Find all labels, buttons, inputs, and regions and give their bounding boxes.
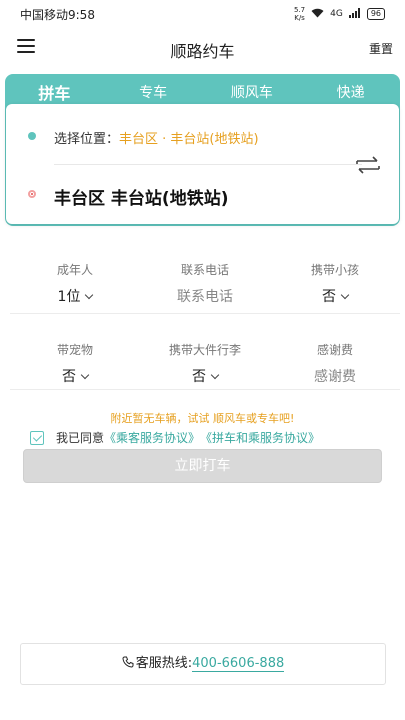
location-card: 选择位置：丰台区 · 丰台站(地铁站) 丰台区 丰台站(地铁站) xyxy=(6,104,399,224)
field-value: 联系电话 xyxy=(140,286,270,306)
field-value: 否 xyxy=(140,366,270,386)
field-value: 否 xyxy=(10,366,140,386)
start-value: 丰台区 · 丰台站(地铁站) xyxy=(119,132,259,147)
signal-icon xyxy=(348,7,361,21)
form-cell[interactable]: 成年人 1位 xyxy=(10,256,140,313)
end-dot-icon xyxy=(28,190,36,198)
form-row-passengers: 成年人 1位 联系电话 联系电话 携带小孩否 xyxy=(10,256,400,314)
form-cell[interactable]: 感谢费 感谢费 xyxy=(270,336,400,389)
agree-checkbox[interactable] xyxy=(30,430,44,445)
hotline-box: 客服热线:400-6606-888 xyxy=(20,643,386,685)
battery-icon: 96 xyxy=(366,8,385,20)
field-value-text: 否 xyxy=(322,289,336,305)
chevron-down-icon xyxy=(210,370,220,380)
field-value: 否 xyxy=(270,286,400,306)
end-location[interactable]: 丰台区 丰台站(地铁站) xyxy=(54,184,228,209)
passenger-agreement-link[interactable]: 《乘客服务协议》 xyxy=(104,429,200,446)
chevron-down-icon xyxy=(340,290,350,300)
hotline-number[interactable]: 400-6606-888 xyxy=(192,656,285,672)
field-value-text: 否 xyxy=(192,369,206,385)
no-vehicle-notice: 附近暂无车辆，试试 顺风车或专车吧! xyxy=(110,412,295,425)
chevron-down-icon xyxy=(85,290,94,300)
field-label: 带宠物 xyxy=(56,343,93,357)
field-label: 携带大件行李 xyxy=(168,343,241,357)
net-speed-unit: K/s xyxy=(294,14,305,22)
signal-type: 4G xyxy=(330,9,343,19)
field-value-text: 否 xyxy=(62,369,76,385)
page-title: 顺路约车 xyxy=(170,42,235,61)
field-value-text: 联系电话 xyxy=(177,289,233,305)
status-icons: 5.7 K/s 4G 96 xyxy=(294,6,385,22)
tab-1[interactable]: 专车 xyxy=(104,82,203,102)
start-location[interactable]: 选择位置：丰台区 · 丰台站(地铁站) xyxy=(54,128,259,147)
field-label: 感谢费 xyxy=(316,343,353,357)
field-value: 感谢费 xyxy=(270,366,400,386)
field-label: 成年人 xyxy=(56,263,93,277)
field-value-text: 1位 xyxy=(57,289,81,305)
agreement-row: 我已同意 《乘客服务协议》 《拼车和乘服务协议》 xyxy=(30,429,320,446)
carpool-agreement-link[interactable]: 《拼车和乘服务协议》 xyxy=(200,429,320,446)
form-cell[interactable]: 带宠物否 xyxy=(10,336,140,389)
field-value-text: 感谢费 xyxy=(314,369,356,385)
form-row-extras: 带宠物否携带大件行李否感谢费 感谢费 xyxy=(10,336,400,390)
tab-0[interactable]: 拼车 xyxy=(5,80,104,110)
carrier-time: 中国移动9:58 xyxy=(20,7,95,22)
form-cell[interactable]: 携带小孩否 xyxy=(270,256,400,313)
wifi-icon xyxy=(311,8,324,21)
form-cell[interactable]: 联系电话 联系电话 xyxy=(140,256,270,313)
reset-button[interactable]: 重置 xyxy=(369,40,393,57)
call-car-button[interactable]: 立即打车 xyxy=(23,449,382,483)
agree-prefix: 我已同意 xyxy=(56,431,105,445)
swap-icon[interactable] xyxy=(355,154,381,176)
field-value: 1位 xyxy=(10,286,140,306)
status-bar: 中国移动9:58 5.7 K/s 4G 96 xyxy=(0,0,405,28)
field-label: 携带小孩 xyxy=(310,263,359,277)
nav-bar: 顺路约车 重置 xyxy=(0,30,405,66)
start-prefix: 选择位置： xyxy=(54,132,120,147)
tab-2[interactable]: 顺风车 xyxy=(203,82,302,102)
field-label: 联系电话 xyxy=(180,263,229,277)
chevron-down-icon xyxy=(80,370,90,380)
phone-icon xyxy=(122,645,134,668)
net-speed-value: 5.7 xyxy=(293,6,306,14)
tab-3[interactable]: 快递 xyxy=(301,82,400,102)
hotline-label: 客服热线: xyxy=(135,656,193,671)
divider xyxy=(54,164,362,165)
form-cell[interactable]: 携带大件行李否 xyxy=(140,336,270,389)
start-dot-icon xyxy=(28,132,36,140)
net-speed: 5.7 K/s xyxy=(294,6,305,22)
